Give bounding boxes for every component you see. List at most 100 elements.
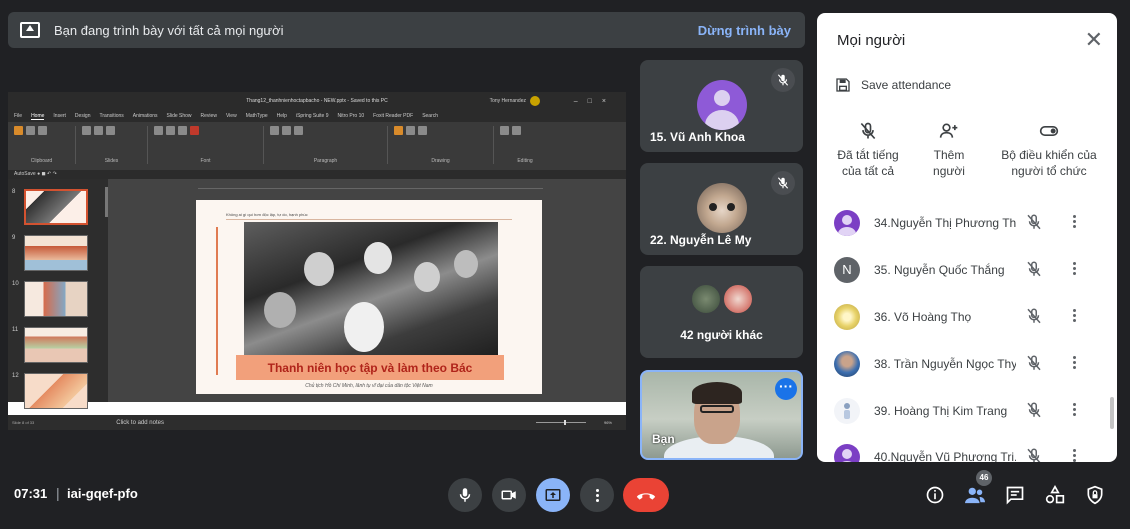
camera-button[interactable]: [492, 478, 526, 512]
paste-icon[interactable]: [14, 126, 23, 135]
host-controls-toolbar-button[interactable]: [1084, 484, 1106, 506]
shape-fill-icon[interactable]: [418, 126, 427, 135]
mic-off-icon[interactable]: [1025, 401, 1043, 424]
others-tile[interactable]: 42 người khác: [640, 266, 803, 358]
add-people-button[interactable]: Thêm người: [925, 121, 973, 179]
layout-icon[interactable]: [106, 126, 115, 135]
others-avatar: [690, 283, 722, 315]
save-attendance-button[interactable]: Save attendance: [835, 77, 951, 93]
more-options-icon[interactable]: ···: [775, 378, 797, 400]
new-slide-icon[interactable]: [82, 126, 91, 135]
participant-row[interactable]: N 35. Nguyễn Quốc Thắng: [817, 250, 1117, 290]
participant-tile[interactable]: 15. Vũ Anh Khoa: [640, 60, 803, 152]
ppt-tab[interactable]: Insert: [53, 113, 66, 119]
mic-off-icon[interactable]: [1025, 354, 1043, 377]
thumbnail-row[interactable]: 11: [12, 327, 88, 363]
more-options-button[interactable]: [580, 478, 614, 512]
more-vert-icon[interactable]: [1071, 307, 1077, 324]
ppt-tab[interactable]: Review: [201, 113, 217, 119]
participant-row[interactable]: 38. Trần Nguyễn Ngọc Thy: [817, 344, 1117, 384]
ppt-tab-home[interactable]: Home: [31, 113, 45, 120]
more-vert-icon[interactable]: [1071, 260, 1077, 277]
mic-off-icon[interactable]: [1025, 307, 1043, 330]
more-vert-icon[interactable]: [1071, 447, 1077, 462]
present-now-button[interactable]: [536, 478, 570, 512]
ppt-tab[interactable]: Transitions: [100, 113, 124, 119]
thumbnail-row[interactable]: 10: [12, 281, 88, 317]
font-color-icon[interactable]: [190, 126, 199, 135]
close-icon[interactable]: ✕: [1085, 29, 1103, 51]
host-controls-button[interactable]: Bộ điều khiển của người tổ chức: [997, 121, 1101, 179]
ppt-tab[interactable]: Animations: [133, 113, 158, 119]
ppt-search[interactable]: Search: [422, 113, 438, 119]
ppt-tab[interactable]: Design: [75, 113, 91, 119]
ppt-tab[interactable]: iSpring Suite 9: [296, 113, 329, 119]
leave-call-button[interactable]: [623, 478, 669, 512]
slide-thumbnail[interactable]: [24, 373, 88, 409]
more-vert-icon: [595, 487, 599, 504]
arrange-icon[interactable]: [394, 126, 403, 135]
ppt-tab[interactable]: View: [226, 113, 237, 119]
copy-icon[interactable]: [38, 126, 47, 135]
slide-thumbnail[interactable]: [24, 189, 88, 225]
underline-icon[interactable]: [178, 126, 187, 135]
slide-thumbnail[interactable]: [24, 281, 88, 317]
mic-off-icon[interactable]: [1025, 213, 1043, 236]
current-slide[interactable]: Không ai gì quí hơn độc lập, tự do, hạnh…: [196, 200, 542, 394]
ppt-tab[interactable]: Foxit Reader PDF: [373, 113, 413, 119]
photo-avatar: [834, 398, 860, 424]
slide-thumbnail[interactable]: [24, 235, 88, 271]
italic-icon[interactable]: [166, 126, 175, 135]
participant-row[interactable]: 34.Nguyễn Thị Phương Th...: [817, 203, 1117, 243]
thumbnail-row[interactable]: 8: [12, 189, 88, 225]
ppt-tab[interactable]: Slide Show: [167, 113, 192, 119]
mute-all-button[interactable]: Đã tắt tiếng của tất cả: [831, 121, 905, 179]
notes-placeholder[interactable]: Click to add notes: [116, 420, 164, 426]
find-icon[interactable]: [500, 126, 509, 135]
stop-presenting-button[interactable]: Dừng trình bày: [698, 23, 791, 38]
quick-styles-icon[interactable]: [406, 126, 415, 135]
participant-tile[interactable]: 22. Nguyễn Lê My: [640, 163, 803, 255]
ppt-user-avatar: [530, 96, 540, 106]
more-vert-icon[interactable]: [1071, 213, 1077, 230]
align-icon[interactable]: [294, 126, 303, 135]
numbering-icon[interactable]: [282, 126, 291, 135]
slide-thumbnail[interactable]: [24, 327, 88, 363]
ppt-tab[interactable]: File: [14, 113, 22, 119]
mic-off-icon[interactable]: [1025, 260, 1043, 283]
presenting-banner: Bạn đang trình bày với tất cả mọi người …: [8, 12, 805, 48]
microphone-button[interactable]: [448, 478, 482, 512]
participant-row[interactable]: 40.Nguyễn Vũ Phương Tri...: [817, 437, 1117, 462]
ppt-tab[interactable]: MathType: [246, 113, 268, 119]
replace-icon[interactable]: [512, 126, 521, 135]
slide-number: 12: [12, 373, 19, 379]
people-button[interactable]: [964, 484, 986, 506]
meeting-details-button[interactable]: [924, 484, 946, 506]
zoom-slider[interactable]: [536, 422, 586, 423]
more-vert-icon[interactable]: [1071, 401, 1077, 418]
ppt-tab[interactable]: Nitro Pro 10: [337, 113, 364, 119]
mic-off-icon[interactable]: [1025, 447, 1043, 462]
meet-window: Bạn đang trình bày với tất cả mọi người …: [0, 0, 1130, 529]
ppt-tab[interactable]: Help: [277, 113, 287, 119]
self-video-tile[interactable]: ··· Bạn: [640, 370, 803, 460]
phone-hangup-icon: [636, 493, 656, 500]
participant-row[interactable]: 39. Hoàng Thị Kim Trang: [817, 391, 1117, 431]
zoom-slider-knob[interactable]: [564, 420, 566, 425]
thumbnail-row[interactable]: 9: [12, 235, 88, 271]
cat-photo-avatar: [697, 183, 747, 233]
participant-name: 15. Vũ Anh Khoa: [650, 130, 745, 144]
activities-button[interactable]: [1044, 484, 1066, 506]
bullets-icon[interactable]: [270, 126, 279, 135]
ppt-ribbon-tabs: File Home Insert Design Transitions Anim…: [8, 110, 626, 122]
thumbnail-row[interactable]: 12: [12, 373, 88, 409]
bold-icon[interactable]: [154, 126, 163, 135]
participant-row[interactable]: 36. Võ Hoàng Thọ: [817, 297, 1117, 337]
zoom-level[interactable]: 96%: [604, 420, 612, 425]
host-actions: Đã tắt tiếng của tất cả Thêm người Bộ đi…: [817, 121, 1117, 191]
cut-icon[interactable]: [26, 126, 35, 135]
more-vert-icon[interactable]: [1071, 354, 1077, 371]
chat-button[interactable]: [1004, 484, 1026, 506]
reuse-slides-icon[interactable]: [94, 126, 103, 135]
panel-scrollbar[interactable]: [1110, 397, 1114, 429]
